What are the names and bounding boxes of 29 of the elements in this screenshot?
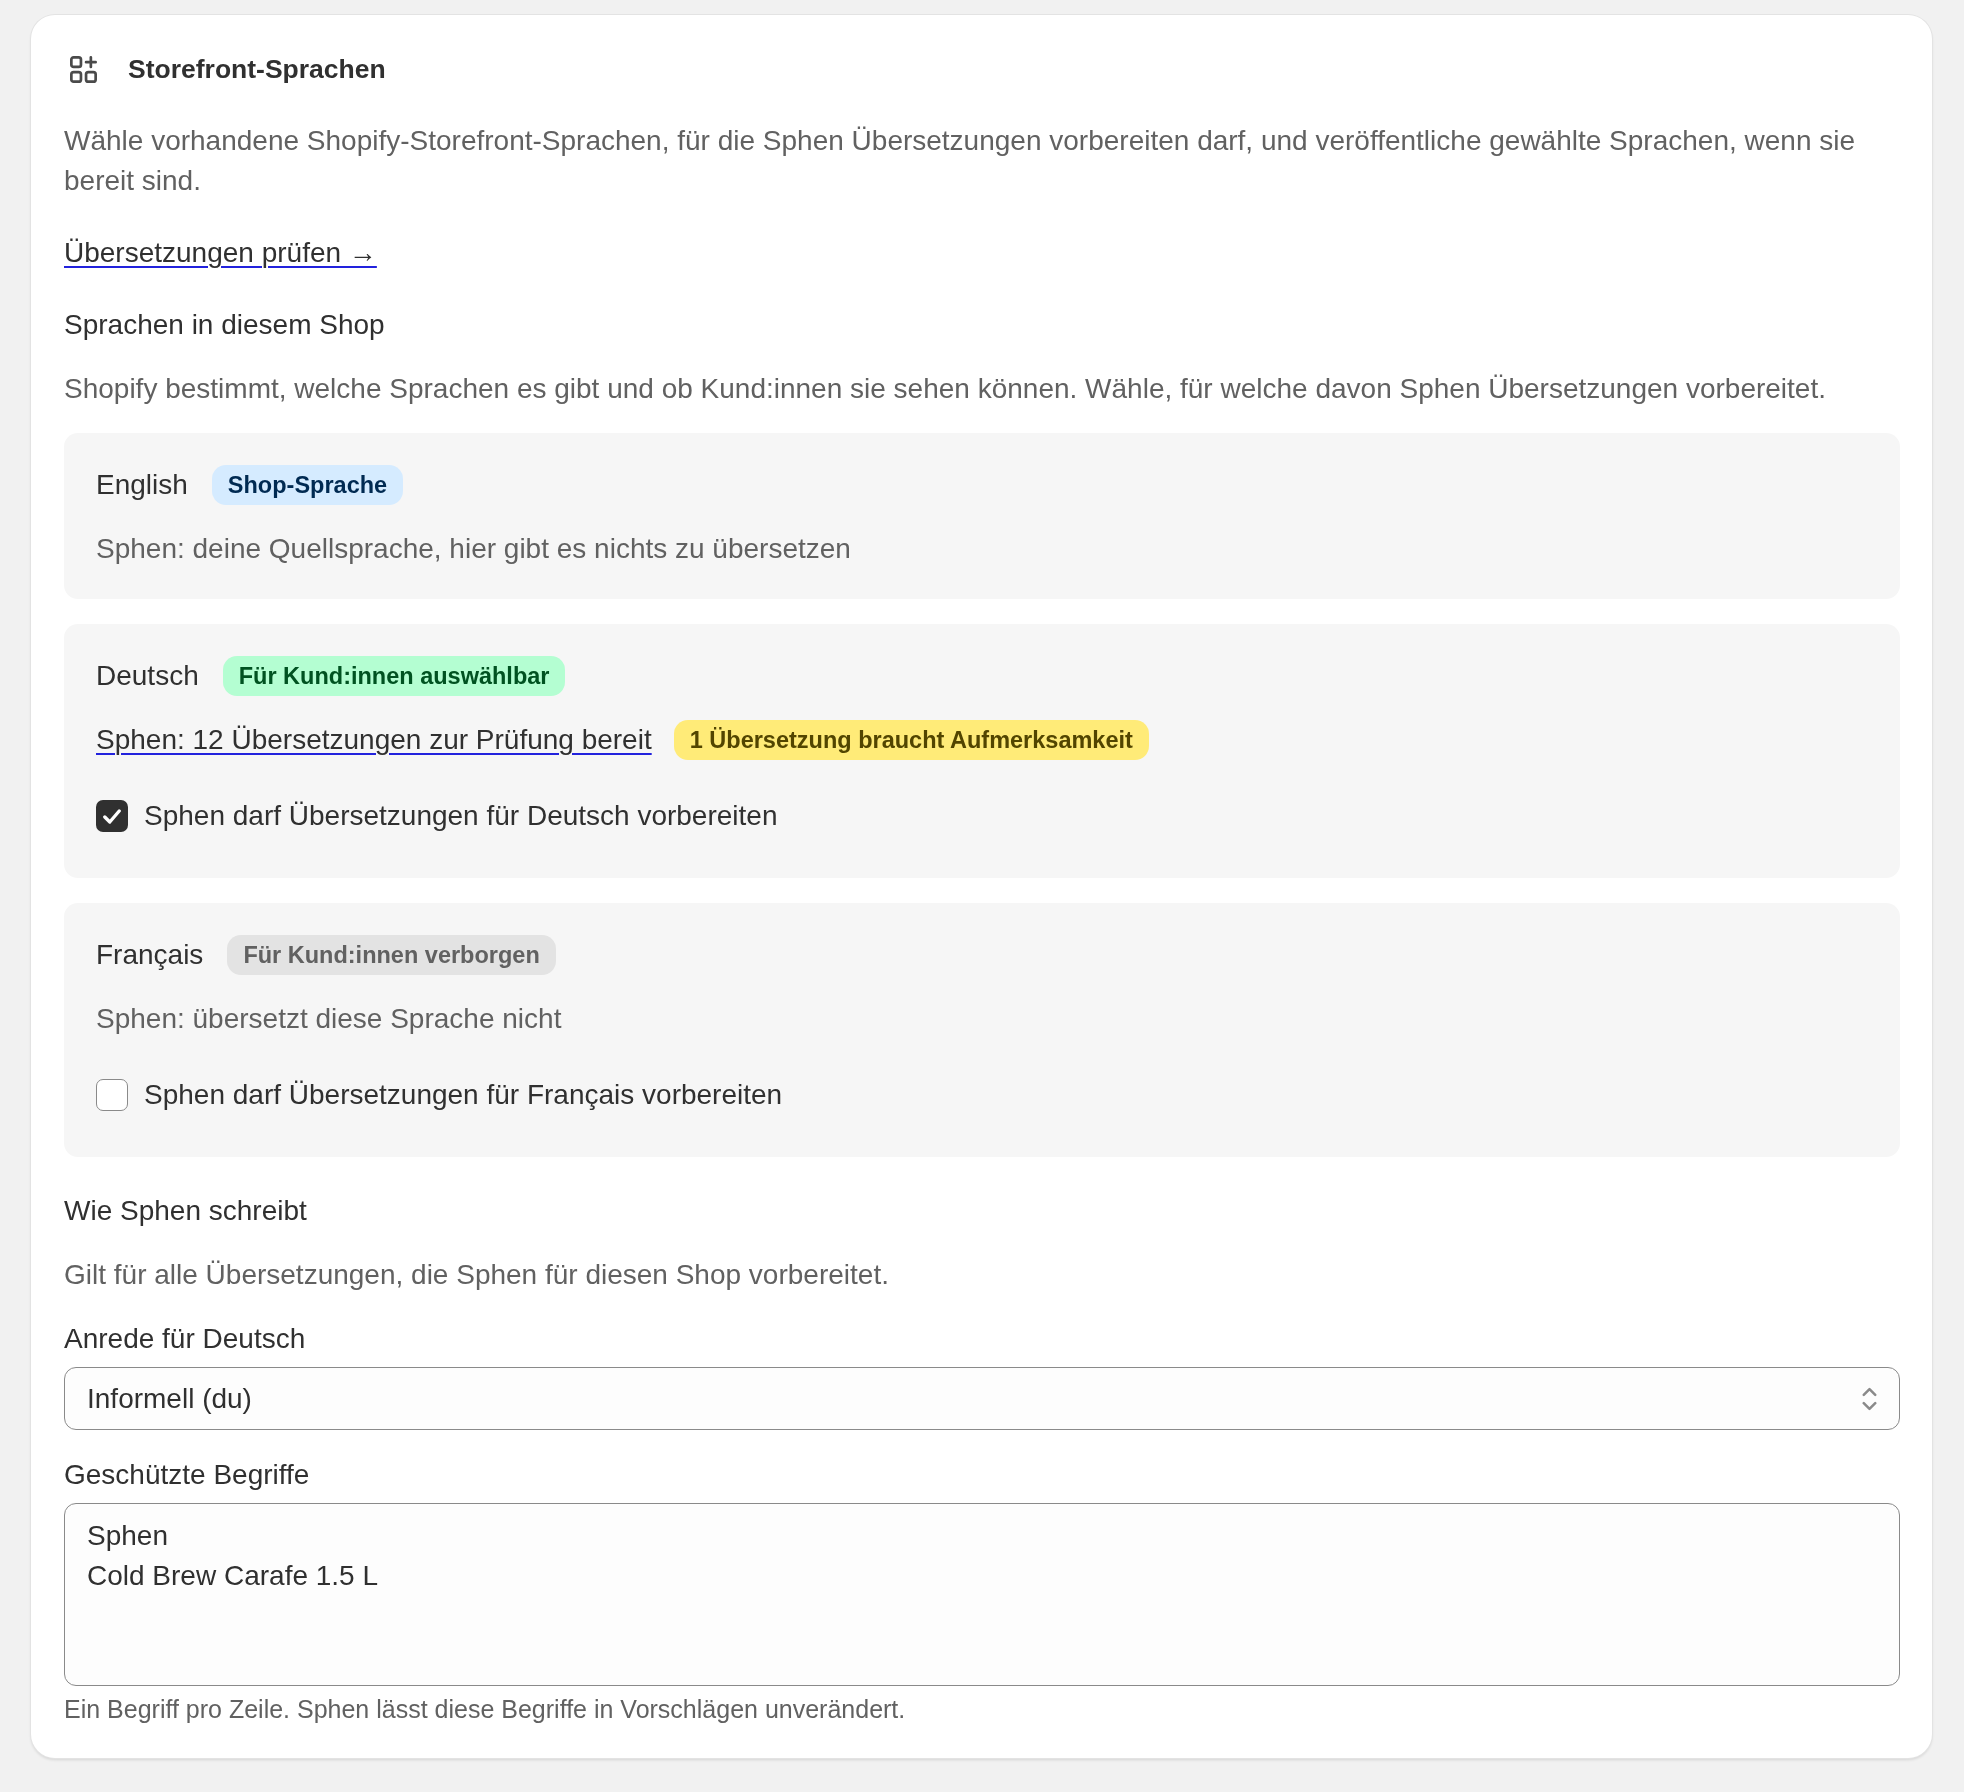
language-name: Deutsch <box>96 659 199 693</box>
grid-plus-icon <box>70 55 97 83</box>
chevron-up-down-icon <box>1862 1386 1877 1411</box>
checkbox-label[interactable]: Sphen darf Übersetzungen für Français vorbereiten <box>144 1075 783 1115</box>
field-label: Anrede für Deutsch <box>64 1322 307 1356</box>
language-name: Français <box>96 938 204 972</box>
field-label: Geschützte Begriffe <box>64 1458 311 1492</box>
card-description: Wähle vorhandene Shopify-Storefront-Sprachen, für die Sphen Übersetzungen vorbereiten darf, und veröffentliche gewählte Sprachen, wenn sie bereit sind. <box>64 124 1857 198</box>
attention-badge: 1 Übersetzung braucht Aufmerksamkeit <box>673 720 1149 760</box>
language-name: English <box>96 468 188 502</box>
text-area[interactable]: Sphen Cold Brew Carafe 1.5 L <box>64 1503 1900 1686</box>
checkbox[interactable] <box>96 800 128 832</box>
status-badge: Shop-Sprache <box>211 465 404 505</box>
checkmark-icon <box>103 808 121 824</box>
status-badge: Für Kund:innen verborgen <box>227 935 556 975</box>
card-title: Storefront-Sprachen <box>128 53 386 86</box>
section-description: Gilt für alle Übersetzungen, die Sphen für diesen Shop vorbereitet. <box>64 1258 890 1292</box>
checkbox-label[interactable]: Sphen darf Übersetzungen für Deutsch vorbereiten <box>144 796 778 836</box>
section-heading: Sprachen in diesem Shop <box>64 308 386 342</box>
review-status-link[interactable]: Sphen: 12 Übersetzungen zur Prüfung bereit <box>96 720 652 760</box>
section-heading: Wie Sphen schreibt <box>64 1194 308 1228</box>
language-status: Sphen: deine Quellsprache, hier gibt es nichts zu übersetzen <box>96 532 851 566</box>
language-status: Sphen: übersetzt diese Sprache nicht <box>96 1002 562 1036</box>
help-text: Ein Begriff pro Zeile. Sphen lässt diese Begriffe in Vorschlägen unverändert. <box>64 1694 907 1724</box>
status-badge: Für Kund:innen auswählbar <box>222 656 566 696</box>
section-description: Shopify bestimmt, welche Sprachen es gibt und ob Kund:innen sie sehen können. Wähle, für welche davon Sphen Übersetzungen vorbereitet. <box>64 372 1827 406</box>
review-link[interactable]: Übersetzungen prüfen → <box>64 237 377 268</box>
checkbox[interactable] <box>96 1079 128 1111</box>
select-field[interactable]: Informell (du) <box>64 1367 1900 1430</box>
